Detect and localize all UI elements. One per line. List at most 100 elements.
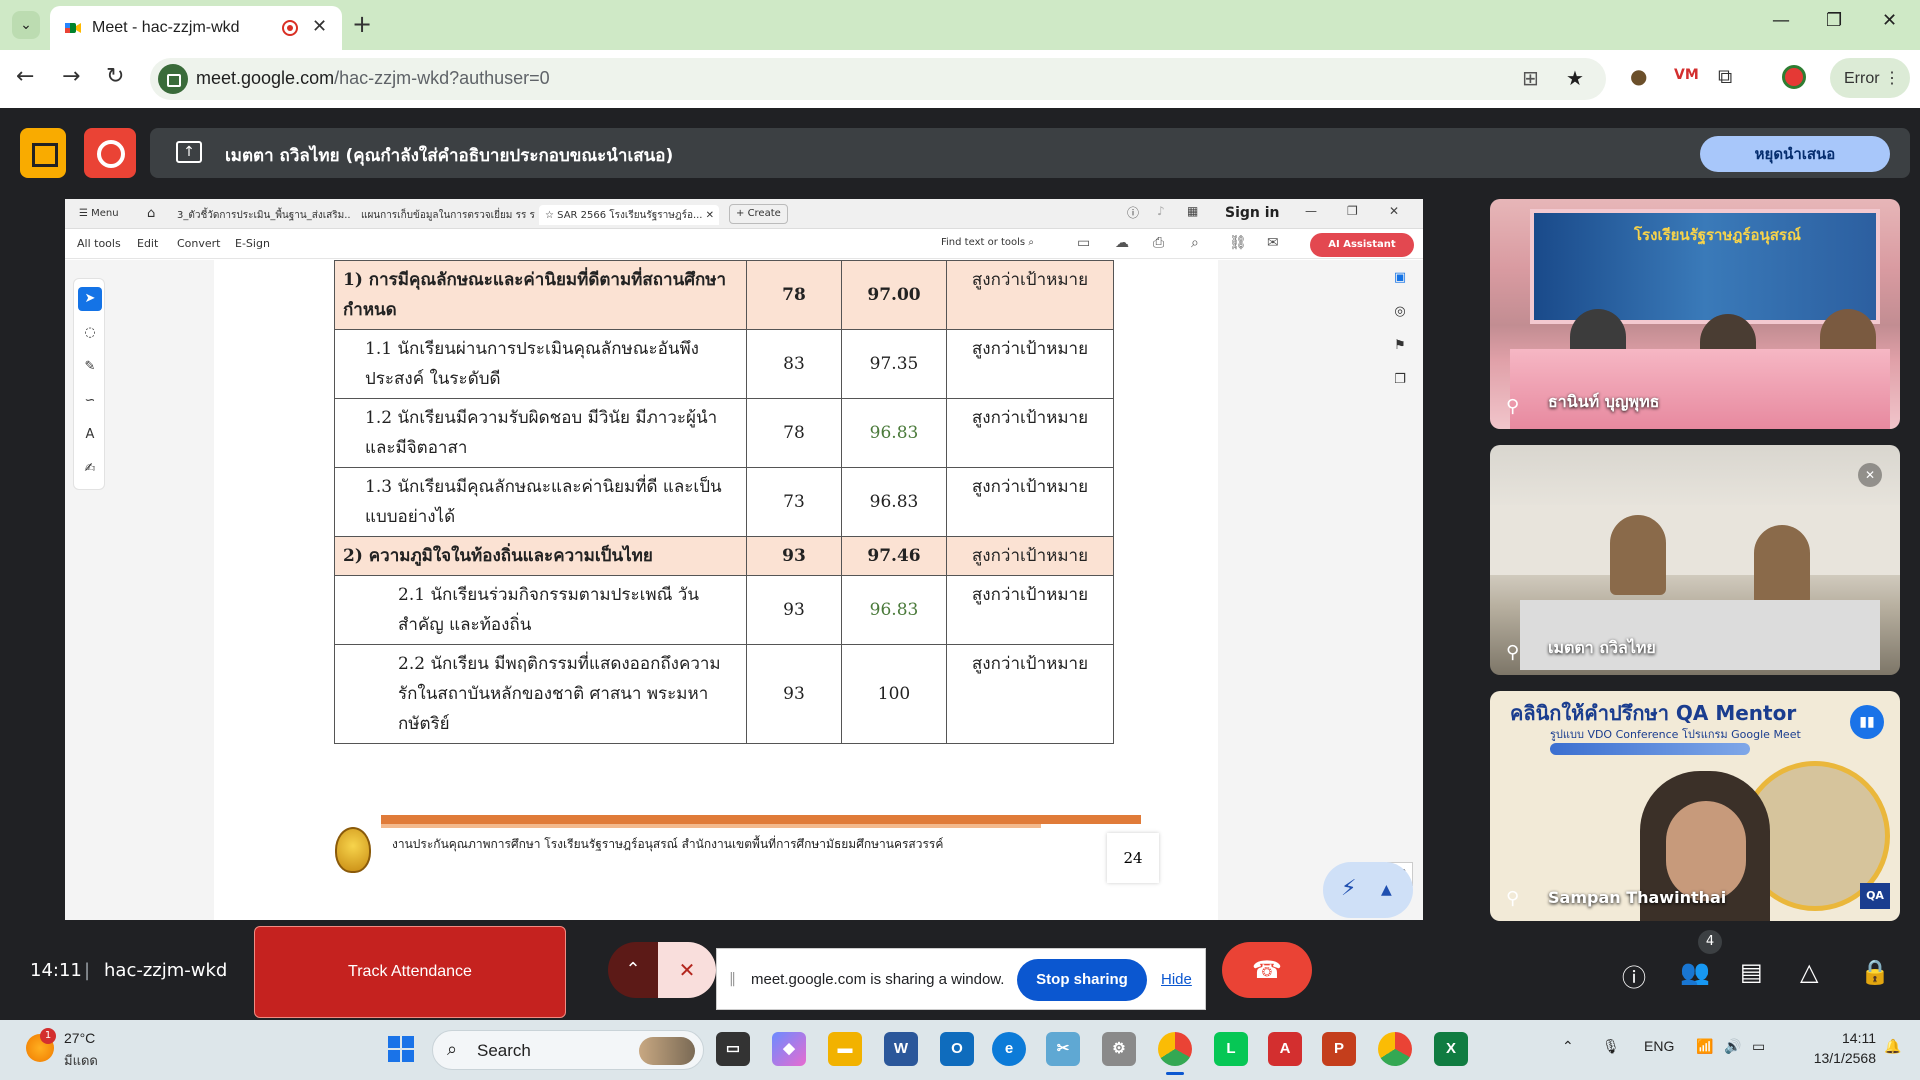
all-tools-menu[interactable]: All tools (77, 237, 121, 250)
end-call-button[interactable]: ☎ (1222, 942, 1312, 998)
find-tools-input[interactable]: Find text or tools ⌕ (941, 237, 1034, 248)
sign-icon[interactable]: ✍ (78, 457, 102, 481)
profile-error-button[interactable]: Error ⋮ (1830, 58, 1910, 98)
edit-pdf-icon[interactable]: ▣ (1389, 270, 1411, 290)
tray-mic-icon[interactable]: 🎙 (1602, 1038, 1620, 1055)
quick-actions-fab[interactable]: ⚡ ▲ (1323, 862, 1413, 918)
stop-sharing-button[interactable]: Stop sharing (1017, 959, 1147, 1001)
bookmark-star-icon[interactable]: ★ (1566, 66, 1584, 90)
bookmarks-icon[interactable]: ⚑ (1389, 338, 1411, 358)
acrobat-tab-sar[interactable]: ☆ SAR 2566 โรงเรียนรัฐราษฎร์อ... ✕ (539, 205, 719, 225)
ai-assistant-button[interactable]: AI Assistant (1310, 233, 1414, 257)
link-icon[interactable]: ⛓ (1229, 235, 1247, 251)
powerpoint-icon[interactable]: P (1322, 1032, 1356, 1066)
upload-cloud-icon[interactable]: ☁ (1115, 235, 1129, 251)
hide-notice-link[interactable]: Hide (1161, 971, 1192, 988)
battery-icon[interactable]: ▭ (1752, 1038, 1765, 1055)
notification-bell-icon[interactable]: ♪ (1157, 204, 1165, 218)
site-info-icon[interactable] (158, 64, 188, 94)
tab-search-chevron-icon[interactable]: ⌄ (12, 11, 40, 39)
file-explorer-icon[interactable]: ▬ (828, 1032, 862, 1066)
search-document-icon[interactable]: ⌕ (1191, 235, 1199, 251)
pen-icon[interactable]: ✎ (78, 355, 102, 379)
create-button[interactable]: + Create (729, 204, 788, 224)
wifi-icon[interactable]: 📶 (1696, 1038, 1713, 1055)
notifications-icon[interactable]: 🔔 (1884, 1038, 1901, 1055)
mic-off-button[interactable]: ✕ (658, 942, 716, 998)
apps-grid-icon[interactable]: ▦ (1187, 204, 1198, 218)
track-attendance-button[interactable]: Track Attendance (254, 926, 566, 1018)
back-arrow-icon[interactable]: ← (16, 64, 34, 89)
browser-tab-meet[interactable]: Meet - hac-zzjm-wkd ✕ (50, 6, 342, 50)
chat-icon[interactable]: ▤ (1740, 958, 1763, 986)
activities-icon[interactable]: △ (1800, 958, 1818, 986)
print-icon[interactable]: ⎙ (1153, 235, 1164, 251)
comments-panel-icon[interactable]: ◎ (1389, 304, 1411, 324)
pages-panel-icon[interactable]: ❐ (1389, 372, 1411, 392)
settings-gear-icon[interactable]: ⚙ (1102, 1032, 1136, 1066)
acrobat-minimize-icon[interactable]: — (1305, 204, 1317, 218)
help-icon[interactable]: ⓘ (1127, 204, 1139, 221)
acrobat-restore-icon[interactable]: ❐ (1347, 204, 1358, 218)
clock-time[interactable]: 14:11 (1806, 1030, 1876, 1046)
copilot-icon[interactable]: ◆ (772, 1032, 806, 1066)
pin-icon[interactable]: ⚲ (1506, 642, 1519, 663)
extension-owl-icon[interactable]: ● (1630, 64, 1647, 88)
extensions-puzzle-icon[interactable]: ⧉ (1718, 64, 1732, 88)
weather-temperature[interactable]: 27°C (64, 1030, 95, 1046)
captions-off-button[interactable] (20, 128, 66, 178)
address-bar[interactable]: meet.google.com/hac-zzjm-wkd?authuser=0 … (150, 58, 1606, 100)
url-text[interactable]: meet.google.com/hac-zzjm-wkd?authuser=0 (196, 68, 550, 89)
taskbar-search[interactable]: ⌕ Search (432, 1030, 704, 1070)
fab-expand-chevron-icon[interactable]: ▲ (1381, 882, 1392, 898)
close-tab-icon[interactable]: ✕ (312, 16, 327, 37)
magic-tools-icon[interactable]: ⚡ (1341, 876, 1356, 901)
participant-tile-3[interactable]: คลินิกให้คำปรึกษา QA Mentor รูปแบบ VDO C… (1490, 691, 1900, 921)
pin-icon[interactable]: ⚲ (1506, 396, 1519, 417)
profile-avatar-icon[interactable] (1782, 65, 1806, 89)
forward-arrow-icon[interactable]: → (62, 64, 80, 89)
acrobat-icon[interactable]: A (1268, 1032, 1302, 1066)
comment-icon[interactable]: ◌ (78, 321, 102, 345)
acrobat-tab-1[interactable]: 3_ตัวชี้วัดการประเมิน_พื้นฐาน_ส่งเสริม..… (171, 205, 351, 225)
participant-tile-1[interactable]: โรงเรียนรัฐราษฎร์อนุสรณ์ ⚲ ธานินท์ บุญพุ… (1490, 199, 1900, 429)
acrobat-close-icon[interactable]: ✕ (1389, 204, 1399, 218)
participant-tile-2[interactable]: ✕ ⚲ เมตตา ถวิลไทย (1490, 445, 1900, 675)
edit-menu[interactable]: Edit (137, 237, 158, 250)
esign-menu[interactable]: E-Sign (235, 237, 270, 250)
acrobat-menu[interactable]: ☰ Menu (73, 205, 125, 225)
minimize-window-icon[interactable]: — (1772, 10, 1790, 31)
meeting-info-icon[interactable]: ⓘ (1622, 958, 1646, 993)
audio-options-chevron-icon[interactable]: ⌃ (608, 942, 658, 998)
clock-date[interactable]: 13/1/2568 (1790, 1050, 1876, 1066)
volume-icon[interactable]: 🔊 (1724, 1038, 1741, 1055)
drag-handle-icon[interactable]: ‖ (729, 971, 736, 987)
people-icon[interactable]: 👥 (1680, 958, 1710, 986)
word-icon[interactable]: W (884, 1032, 918, 1066)
chrome-icon[interactable] (1158, 1032, 1192, 1066)
extension-vm-icon[interactable]: VM (1674, 67, 1699, 83)
text-box-icon[interactable]: A (78, 423, 102, 447)
new-tab-button[interactable]: + (352, 10, 372, 38)
translate-icon[interactable]: ⊞ (1522, 66, 1539, 90)
tray-overflow-chevron-icon[interactable]: ⌃ (1562, 1038, 1574, 1055)
select-cursor-icon[interactable]: ➤ (78, 287, 102, 311)
host-controls-icon[interactable]: 🔒 (1860, 958, 1890, 986)
recording-button[interactable] (84, 128, 136, 178)
task-view-icon[interactable]: ▭ (716, 1032, 750, 1066)
sign-in-button[interactable]: Sign in (1225, 205, 1280, 221)
weather-condition[interactable]: มีแดด (64, 1050, 98, 1071)
email-icon[interactable]: ✉ (1267, 235, 1279, 251)
windows-start-icon[interactable] (388, 1036, 414, 1062)
acrobat-tab-2[interactable]: แผนการเก็บข้อมูลในการตรวจเยี่ยม รร ร... (355, 205, 535, 225)
edge-icon[interactable]: e (992, 1032, 1026, 1066)
close-window-icon[interactable]: ✕ (1882, 10, 1897, 31)
excel-icon[interactable]: X (1434, 1032, 1468, 1066)
input-language[interactable]: ENG (1644, 1038, 1674, 1054)
restore-window-icon[interactable]: ❐ (1826, 10, 1842, 31)
home-icon[interactable]: ⌂ (141, 203, 161, 223)
stop-presenting-button[interactable]: หยุดนำเสนอ (1700, 136, 1890, 172)
pin-icon[interactable]: ⚲ (1506, 888, 1519, 909)
line-app-icon[interactable]: L (1214, 1032, 1248, 1066)
save-icon[interactable]: ▭ (1077, 235, 1090, 251)
